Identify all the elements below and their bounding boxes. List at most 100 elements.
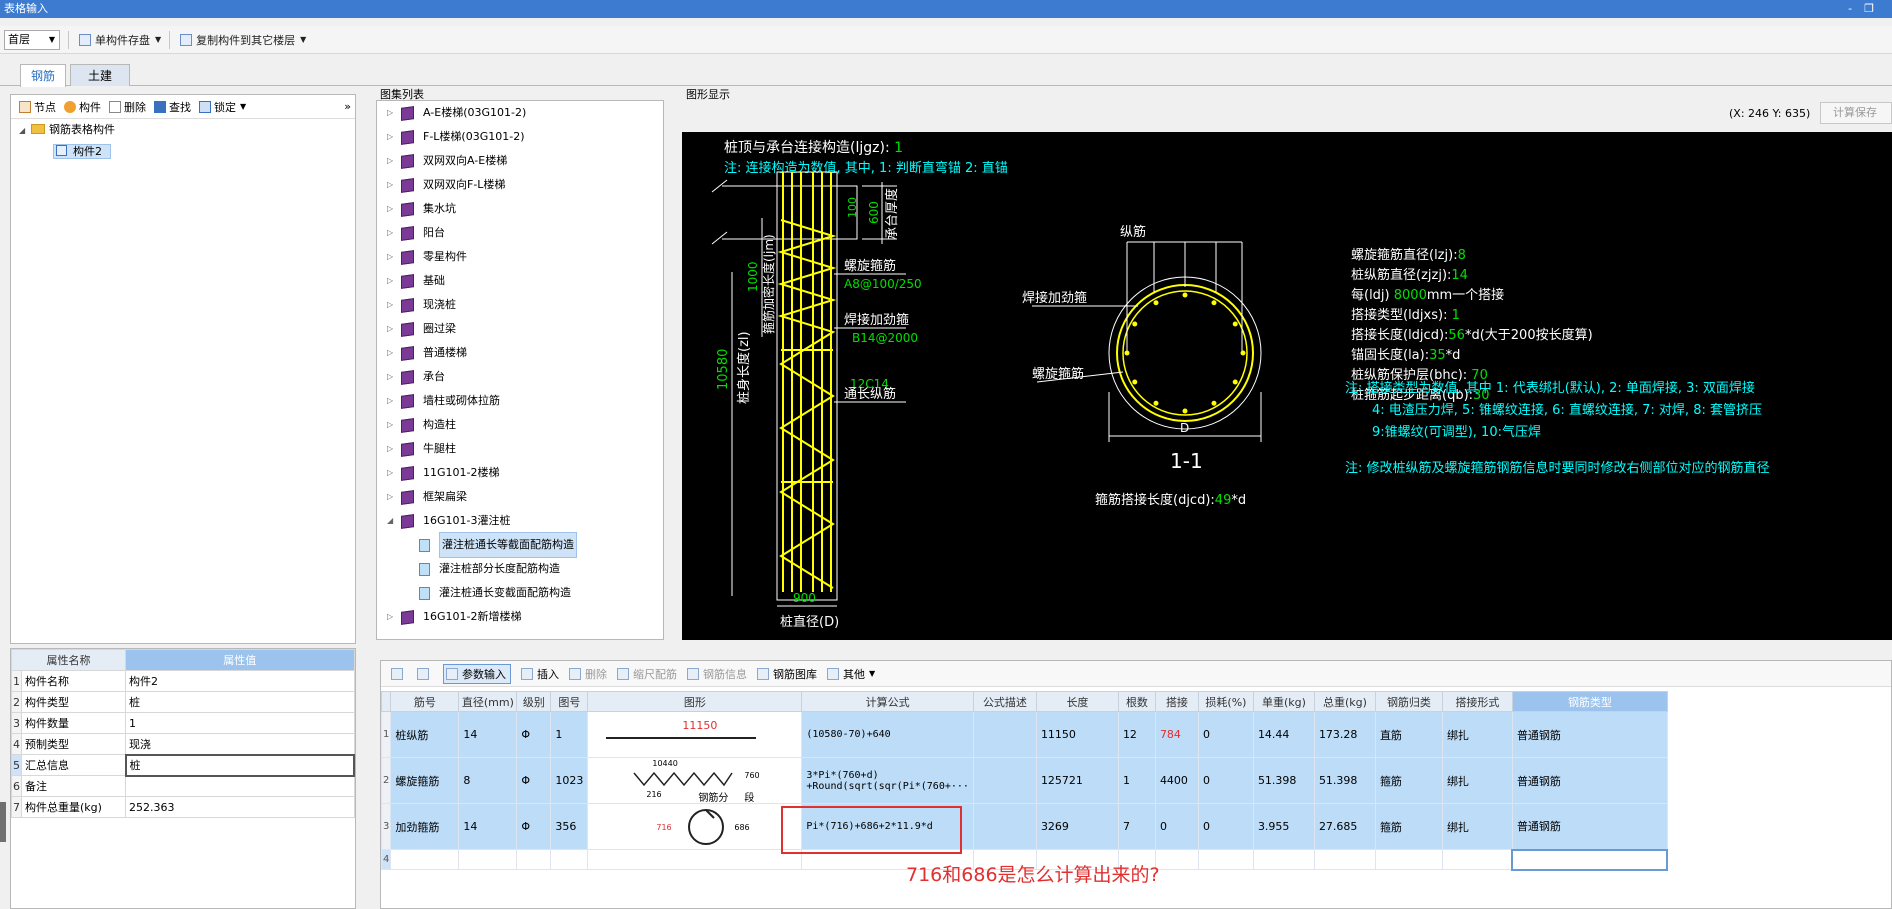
- node-button[interactable]: 节点: [19, 99, 56, 115]
- delete-row-button[interactable]: 删除: [569, 666, 607, 682]
- scale-rebar-button[interactable]: 缩尺配筋: [617, 666, 677, 682]
- table-cell[interactable]: 125721: [1035, 757, 1119, 804]
- atlas-item[interactable]: ▷ 11G101-2楼梯: [377, 461, 663, 485]
- table-row[interactable]: 2 螺旋箍筋 8 Φ 1023 10440 760 216 钢筋分 段 3*Pi*(760+d) +R…: [380, 757, 1668, 804]
- tab-rebar[interactable]: 钢筋: [20, 64, 66, 87]
- column-header[interactable]: 搭接: [1154, 691, 1199, 712]
- column-header[interactable]: 搭接形式: [1441, 691, 1513, 712]
- table-cell[interactable]: 普通钢筋: [1511, 711, 1668, 758]
- table-cell[interactable]: 普通钢筋: [1511, 803, 1668, 850]
- tree-node-component2[interactable]: 构件2: [11, 141, 355, 163]
- table-cell[interactable]: Φ: [516, 711, 552, 758]
- expand-icon[interactable]: ▷: [387, 197, 401, 221]
- table-cell[interactable]: 绑扎: [1441, 803, 1513, 850]
- property-row[interactable]: 4 预制类型 现浇: [11, 733, 355, 755]
- other-button[interactable]: 其他 ▼: [827, 666, 875, 682]
- table-cell[interactable]: 0: [1197, 803, 1254, 850]
- column-header[interactable]: 长度: [1035, 691, 1119, 712]
- calc-save-button[interactable]: 计算保存: [1820, 102, 1892, 124]
- table-cell[interactable]: 784: [1154, 711, 1199, 758]
- atlas-item[interactable]: ▷ 双网双向F-L楼梯: [377, 173, 663, 197]
- atlas-item[interactable]: ▷ 框架扁梁: [377, 485, 663, 509]
- rebar-name-cell[interactable]: 螺旋箍筋: [390, 757, 460, 804]
- lock-button[interactable]: 锁定 ▼: [199, 99, 246, 115]
- atlas-item[interactable]: ▷ 16G101-2新增楼梯: [377, 605, 663, 629]
- table-cell[interactable]: 3.955: [1252, 803, 1315, 850]
- copy-to-floor-button[interactable]: 复制构件到其它楼层 ▼: [180, 32, 306, 48]
- rebar-name-cell[interactable]: 桩纵筋: [390, 711, 460, 758]
- table-cell[interactable]: 1: [1117, 757, 1156, 804]
- column-header[interactable]: 计算公式: [801, 691, 974, 712]
- table-cell[interactable]: [458, 849, 518, 870]
- atlas-item[interactable]: ▷ 普通楼梯: [377, 341, 663, 365]
- column-header[interactable]: 钢筋归类: [1374, 691, 1443, 712]
- table-row[interactable]: 3 加劲箍筋 14 Φ 356 716 686 Pi*(716)+686+2*11.9*d 32…: [380, 803, 1668, 850]
- component-button[interactable]: 构件: [64, 99, 101, 115]
- shape-dimension[interactable]: 686: [734, 823, 749, 832]
- column-header[interactable]: 损耗(%): [1197, 691, 1254, 712]
- tree-root[interactable]: ◢ 钢筋表格构件: [11, 119, 355, 141]
- column-header[interactable]: 直径(mm): [458, 691, 518, 712]
- table-cell[interactable]: 0: [1154, 803, 1199, 850]
- restore-icon[interactable]: ❐: [1864, 2, 1886, 15]
- parameter-value[interactable]: 1: [1452, 308, 1460, 323]
- table-cell[interactable]: Φ: [516, 757, 552, 804]
- formula-cell[interactable]: 3*Pi*(760+d) +Round(sqrt(sqr(Pi*(760+···: [801, 757, 974, 804]
- atlas-item[interactable]: ◢ 16G101-3灌注桩: [377, 509, 663, 533]
- table-cell[interactable]: 8: [458, 757, 518, 804]
- expand-icon[interactable]: ▷: [387, 101, 401, 125]
- table-cell[interactable]: 直筋: [1374, 711, 1443, 758]
- table-cell[interactable]: [972, 803, 1037, 850]
- expand-icon[interactable]: ▷: [387, 269, 401, 293]
- parameter-value[interactable]: 14: [1451, 268, 1468, 283]
- table-cell[interactable]: [1154, 849, 1199, 870]
- shape-cell[interactable]: 10440 760 216 钢筋分 段: [587, 757, 803, 804]
- expand-icon[interactable]: ▷: [387, 389, 401, 413]
- side-scroll-handle[interactable]: [0, 802, 6, 842]
- rebar-name-cell[interactable]: 加劲箍筋: [390, 803, 460, 850]
- expand-icon[interactable]: ▷: [387, 365, 401, 389]
- move-up-button[interactable]: [391, 667, 407, 680]
- table-cell[interactable]: [1197, 849, 1254, 870]
- atlas-item[interactable]: ▷ 圈过梁: [377, 317, 663, 341]
- property-value[interactable]: 1: [125, 712, 355, 734]
- parameter-value[interactable]: 35: [1429, 348, 1446, 363]
- table-cell[interactable]: 0: [1197, 711, 1254, 758]
- expand-icon[interactable]: ▷: [387, 461, 401, 485]
- rebar-info-button[interactable]: 钢筋信息: [687, 666, 747, 682]
- atlas-item[interactable]: ▷ 牛腿柱: [377, 437, 663, 461]
- collapse-icon[interactable]: ◢: [387, 509, 401, 533]
- property-row[interactable]: 2 构件类型桩: [11, 691, 355, 713]
- table-cell[interactable]: 12: [1117, 711, 1156, 758]
- column-header[interactable]: 图号: [550, 691, 589, 712]
- table-cell[interactable]: [1441, 849, 1513, 870]
- table-cell[interactable]: [1252, 849, 1315, 870]
- atlas-subitem[interactable]: 灌注桩部分长度配筋构造: [377, 557, 663, 581]
- table-cell[interactable]: [1511, 848, 1669, 871]
- more-button[interactable]: »: [344, 100, 351, 113]
- table-cell[interactable]: 箍筋: [1374, 803, 1443, 850]
- table-cell[interactable]: 51.398: [1313, 757, 1376, 804]
- floor-select[interactable]: 首层 ▼: [4, 29, 60, 50]
- table-cell[interactable]: 1023: [550, 757, 589, 804]
- column-header[interactable]: 单重(kg): [1252, 691, 1315, 712]
- atlas-item[interactable]: ▷ 现浇桩: [377, 293, 663, 317]
- expand-icon[interactable]: ▷: [387, 605, 401, 629]
- parameter-value[interactable]: 8000: [1394, 288, 1427, 303]
- property-value[interactable]: 现浇: [125, 733, 355, 755]
- atlas-item[interactable]: ▷ 承台: [377, 365, 663, 389]
- expand-icon[interactable]: ▷: [387, 341, 401, 365]
- property-row[interactable]: 3 构件数量 1: [11, 712, 355, 734]
- window-controls[interactable]: -❐: [1848, 0, 1886, 18]
- table-cell[interactable]: 绑扎: [1441, 757, 1513, 804]
- table-cell[interactable]: 27.685: [1313, 803, 1376, 850]
- atlas-subitem[interactable]: 灌注桩通长变截面配筋构造: [377, 581, 663, 605]
- table-cell[interactable]: 11150: [1035, 711, 1119, 758]
- expand-icon[interactable]: ▷: [387, 245, 401, 269]
- expand-icon[interactable]: ▷: [387, 173, 401, 197]
- table-cell[interactable]: 3269: [1035, 803, 1119, 850]
- expand-icon[interactable]: ▷: [387, 221, 401, 245]
- save-single-button[interactable]: 单构件存盘 ▼: [79, 32, 161, 48]
- minimize-icon[interactable]: -: [1848, 2, 1864, 15]
- table-cell[interactable]: 0: [1197, 757, 1254, 804]
